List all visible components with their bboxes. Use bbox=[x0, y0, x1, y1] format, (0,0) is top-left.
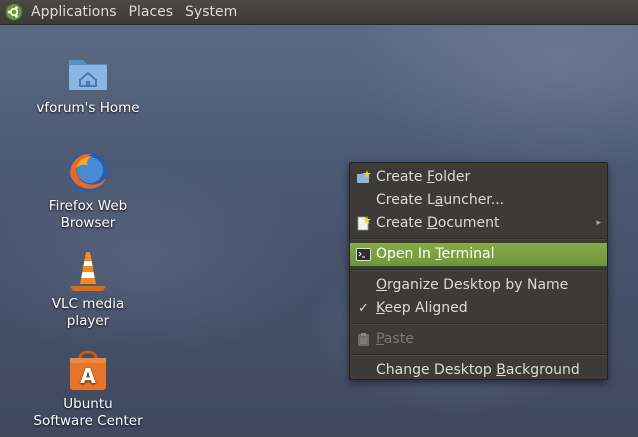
menu-separator bbox=[351, 354, 606, 356]
menu-separator bbox=[351, 238, 606, 240]
paste-icon bbox=[358, 333, 369, 346]
menu-separator bbox=[351, 323, 606, 325]
menu-item-keep-aligned[interactable]: ✓ Keep Aligned bbox=[350, 297, 607, 320]
svg-text:A: A bbox=[80, 364, 96, 388]
menu-item-create-document[interactable]: Create Document ▸ bbox=[350, 212, 607, 235]
submenu-arrow-icon: ▸ bbox=[596, 218, 601, 228]
desktop-icon-home[interactable]: vforum's Home bbox=[28, 50, 148, 117]
menu-item-change-background[interactable]: Change Desktop Background bbox=[350, 359, 607, 382]
terminal-icon bbox=[356, 248, 371, 261]
software-center-icon: A bbox=[70, 350, 106, 390]
desktop-icon-label: VLC media player bbox=[51, 296, 125, 329]
firefox-icon bbox=[68, 152, 108, 192]
desktop-icon-vlc[interactable]: VLC media player bbox=[28, 246, 148, 330]
menu-item-create-launcher[interactable]: Create Launcher... bbox=[350, 189, 607, 212]
menu-item-create-folder[interactable]: Create Folder bbox=[350, 166, 607, 189]
checkmark-icon: ✓ bbox=[358, 301, 369, 316]
menu-item-organize-desktop[interactable]: Organize Desktop by Name bbox=[350, 274, 607, 297]
ubuntu-logo-icon[interactable] bbox=[3, 1, 25, 23]
places-menu[interactable]: Places bbox=[123, 0, 180, 24]
desktop-icon-label: vforum's Home bbox=[36, 100, 140, 116]
menu-separator bbox=[351, 269, 606, 271]
desktop-icon-label: Ubuntu Software Center bbox=[33, 396, 143, 429]
desktop-icon-firefox[interactable]: Firefox Web Browser bbox=[28, 148, 148, 232]
menu-item-open-in-terminal[interactable]: Open In Terminal bbox=[350, 243, 607, 266]
home-folder-icon bbox=[69, 60, 107, 90]
desktop-context-menu: Create Folder Create Launcher... Create … bbox=[349, 162, 608, 380]
new-folder-icon bbox=[357, 170, 371, 183]
new-document-icon bbox=[357, 216, 371, 231]
applications-menu[interactable]: Applications bbox=[25, 0, 123, 24]
menu-item-paste[interactable]: Paste bbox=[350, 328, 607, 351]
top-panel: Applications Places System bbox=[0, 0, 638, 25]
system-menu[interactable]: System bbox=[179, 0, 243, 24]
vlc-icon bbox=[70, 252, 106, 291]
desktop-icon-label: Firefox Web Browser bbox=[48, 198, 128, 231]
desktop-icon-software-center[interactable]: A Ubuntu Software Center bbox=[28, 346, 148, 430]
